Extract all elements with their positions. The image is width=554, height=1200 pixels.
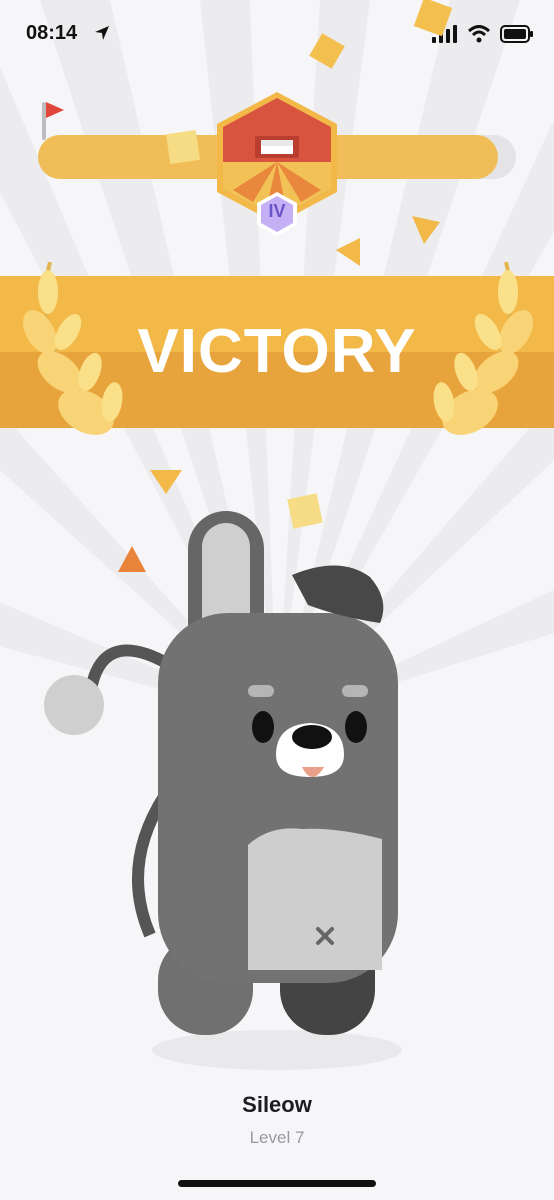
character-name: Sileow bbox=[242, 1092, 312, 1117]
laurel-right-icon bbox=[433, 262, 534, 435]
character-level: Level 7 bbox=[249, 1128, 305, 1147]
laurel-left-icon bbox=[22, 262, 123, 435]
character-illustration bbox=[44, 511, 402, 1070]
home-indicator[interactable] bbox=[178, 1180, 376, 1187]
